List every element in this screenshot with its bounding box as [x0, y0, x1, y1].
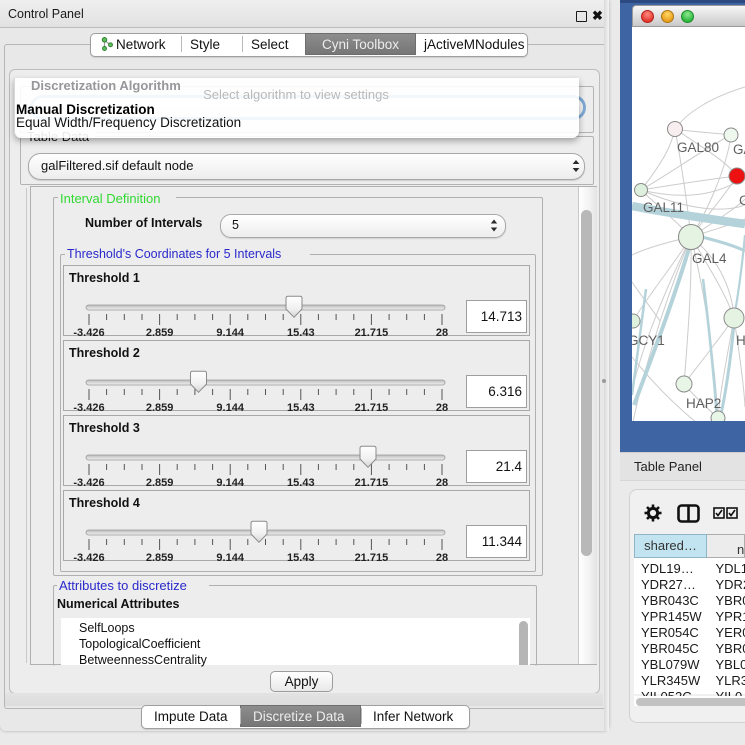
svg-text:28: 28: [436, 327, 448, 336]
svg-text:Threshold 4: Threshold 4: [69, 496, 140, 510]
svg-text:Threshold 1: Threshold 1: [69, 271, 140, 285]
svg-text:21.715: 21.715: [355, 327, 389, 336]
svg-text:GAL4: GAL4: [692, 251, 727, 266]
svg-text:C: C: [739, 193, 745, 208]
svg-text:GCY1: GCY1: [632, 333, 665, 348]
svg-text:GAL11: GAL11: [643, 200, 684, 215]
svg-text:HAP2: HAP2: [686, 396, 721, 411]
svg-text:15.43: 15.43: [287, 402, 315, 411]
svg-text:2.859: 2.859: [146, 477, 174, 486]
svg-text:21.715: 21.715: [355, 552, 389, 561]
svg-text:21.715: 21.715: [355, 402, 389, 411]
svg-text:H: H: [736, 333, 745, 348]
svg-text:15.43: 15.43: [287, 477, 315, 486]
svg-text:2.859: 2.859: [146, 327, 174, 336]
svg-text:15.43: 15.43: [287, 552, 315, 561]
svg-text:9.144: 9.144: [216, 552, 244, 561]
svg-text:9.144: 9.144: [216, 402, 244, 411]
svg-text:15.43: 15.43: [287, 327, 315, 336]
svg-text:9.144: 9.144: [216, 477, 244, 486]
svg-text:Threshold 3: Threshold 3: [69, 421, 140, 435]
svg-text:21.715: 21.715: [355, 477, 389, 486]
svg-text:-3.426: -3.426: [73, 327, 104, 336]
svg-text:2.859: 2.859: [146, 552, 174, 561]
svg-text:-3.426: -3.426: [73, 402, 104, 411]
svg-text:9.144: 9.144: [216, 327, 244, 336]
svg-text:Threshold 2: Threshold 2: [69, 346, 140, 360]
svg-text:28: 28: [436, 552, 448, 561]
svg-text:28: 28: [436, 477, 448, 486]
svg-text:GA: GA: [733, 142, 745, 157]
svg-text:-3.426: -3.426: [73, 552, 104, 561]
svg-text:2.859: 2.859: [146, 402, 174, 411]
svg-text:GAL80: GAL80: [677, 140, 719, 155]
svg-text:-3.426: -3.426: [73, 477, 104, 486]
svg-text:28: 28: [436, 402, 448, 411]
